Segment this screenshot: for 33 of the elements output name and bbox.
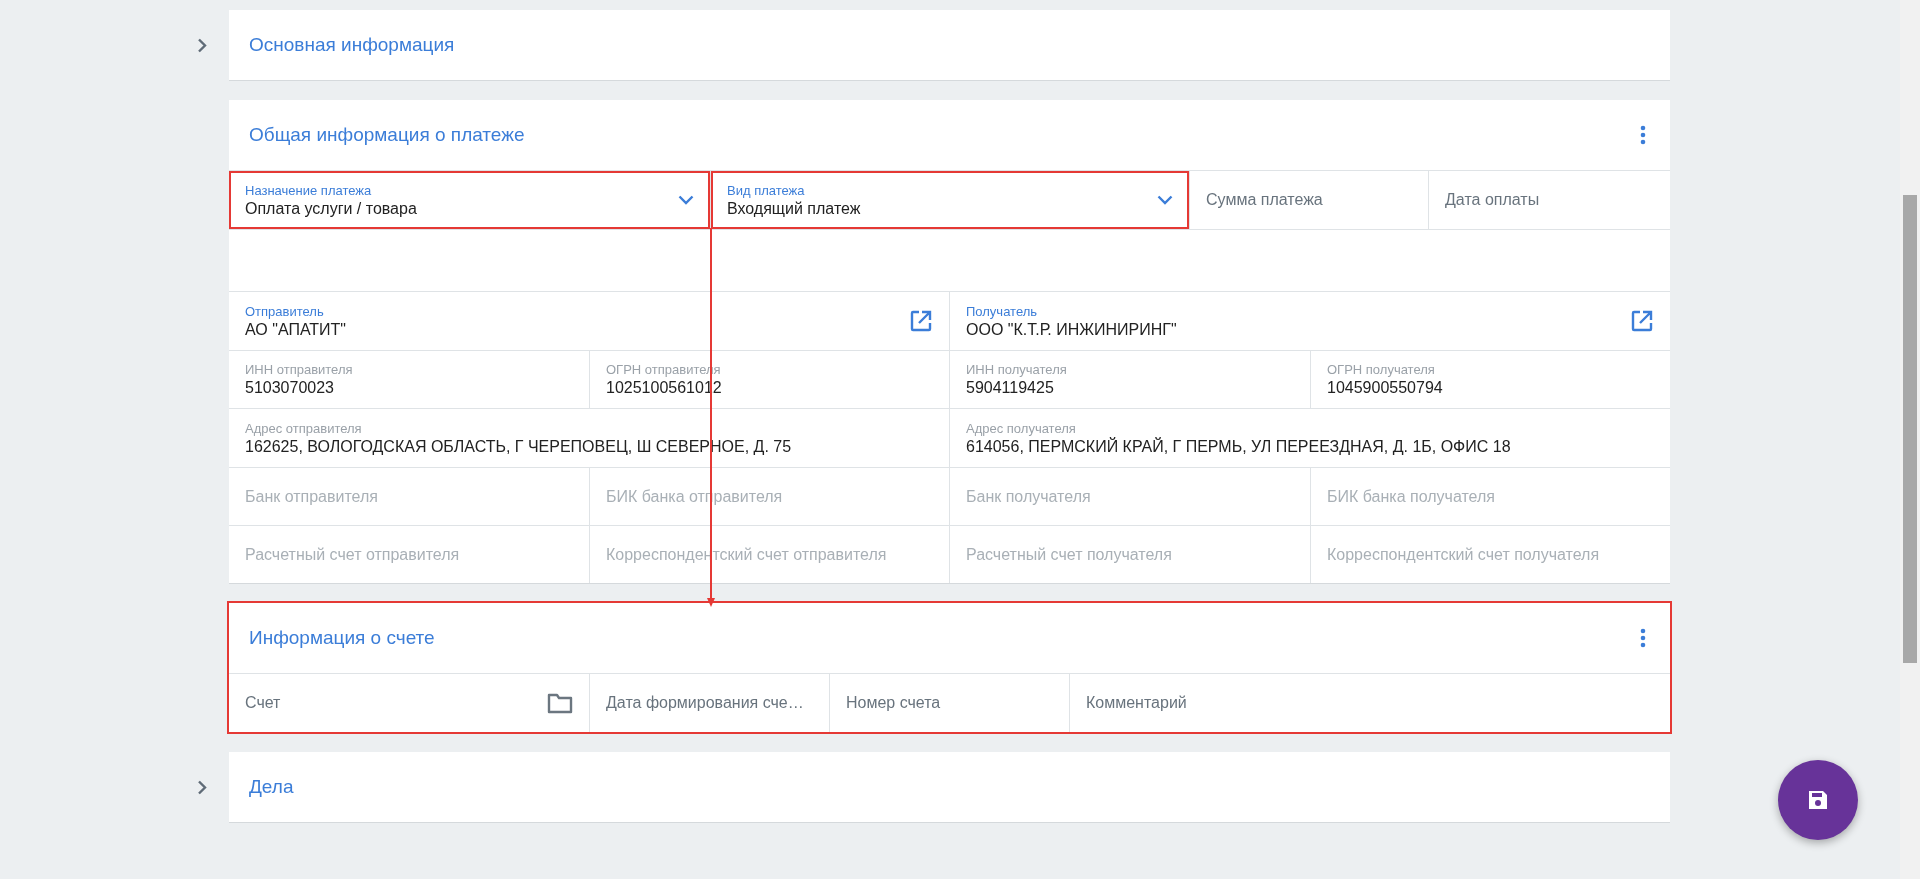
input-field[interactable]: Номер счета	[829, 674, 1069, 732]
account-field[interactable]: Счет	[229, 674, 589, 732]
party-field[interactable]: Отправитель АО "АПАТИТ"	[229, 292, 949, 350]
field-value: ООО "К.Т.Р. ИНЖИНИРИНГ"	[966, 320, 1177, 339]
readonly-field: Адрес получателя 614056, ПЕРМСКИЙ КРАЙ, Г ПЕРМЬ, УЛ ПЕРЕЕЗДНАЯ, Д. 1Б, ОФИС 18	[949, 409, 1670, 467]
input-field[interactable]: Сумма платежа	[1189, 171, 1428, 229]
input-field[interactable]: Дата оплаты	[1428, 171, 1670, 229]
field-placeholder: Счет	[245, 694, 281, 712]
field-label: Отправитель	[245, 303, 325, 319]
input-field[interactable]: Дата формирования сче…	[589, 674, 829, 732]
select-field[interactable]: Вид платежа Входящий платеж	[710, 171, 1189, 229]
field-value: АО "АПАТИТ"	[245, 320, 347, 339]
chevron-down-icon	[678, 195, 694, 205]
section-title[interactable]: Общая информация о платеже	[249, 124, 525, 146]
readonly-field: ИНН отправителя 5103070023	[229, 351, 589, 408]
folder-icon[interactable]	[547, 692, 573, 714]
chevron-down-icon	[1157, 195, 1173, 205]
readonly-field: ИНН получателя 5904119425	[949, 351, 1310, 408]
party-field[interactable]: Получатель ООО "К.Т.Р. ИНЖИНИРИНГ"	[949, 292, 1670, 350]
field-label: Получатель	[966, 303, 1039, 319]
open-external-icon[interactable]	[1630, 309, 1654, 333]
save-button[interactable]	[1778, 760, 1858, 840]
section-title[interactable]: Информация о счете	[249, 627, 435, 649]
section-title[interactable]: Основная информация	[249, 34, 455, 56]
select-field[interactable]: Назначение платежа Оплата услуги / товара	[229, 171, 710, 229]
chevron-right-icon[interactable]	[197, 779, 207, 795]
save-icon	[1806, 788, 1830, 812]
readonly-field: ОГРН получателя 1045900550794	[1310, 351, 1670, 408]
chevron-right-icon[interactable]	[197, 37, 207, 53]
input-field[interactable]: Комментарий	[1069, 674, 1670, 732]
section-title[interactable]: Дела	[249, 776, 294, 798]
open-external-icon[interactable]	[909, 309, 933, 333]
scrollbar[interactable]	[1900, 0, 1920, 879]
